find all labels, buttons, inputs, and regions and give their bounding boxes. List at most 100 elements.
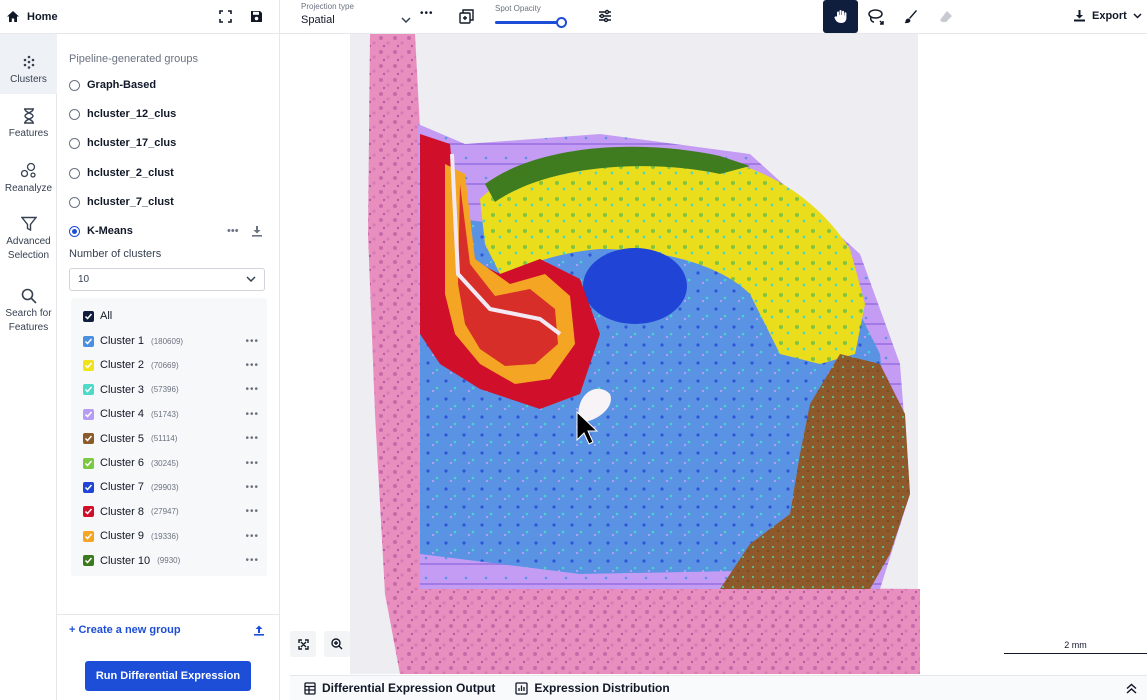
cluster-row[interactable]: Cluster 8 (27947) ••• [83, 502, 259, 522]
more-options-icon[interactable]: ••• [245, 482, 259, 493]
cluster-checkbox[interactable] [83, 408, 94, 420]
cluster-row[interactable]: Cluster 1 (180609) ••• [83, 331, 259, 351]
radio-button[interactable] [69, 108, 80, 120]
chevron-up-icon[interactable] [1126, 682, 1137, 694]
tab-differential-expression-output[interactable]: Differential Expression Output [304, 681, 495, 695]
group-option-hcluster-12[interactable]: hcluster_12_clus [69, 108, 176, 120]
group-option-k-means[interactable]: K-Means [69, 225, 133, 237]
checkbox-all[interactable] [83, 310, 94, 322]
cluster-row[interactable]: Cluster 7 (29903) ••• [83, 477, 259, 497]
settings-sliders-icon[interactable] [598, 9, 612, 28]
home-link[interactable]: Home [0, 10, 58, 23]
radio-button[interactable] [69, 79, 80, 91]
download-icon[interactable] [251, 225, 263, 237]
more-options-icon[interactable]: ••• [245, 336, 259, 347]
rail-item-reanalyze[interactable]: Reanalyze [0, 148, 57, 202]
rail-item-features[interactable]: Features [0, 94, 57, 148]
home-label: Home [27, 10, 58, 23]
projection-type-select[interactable]: Projection type Spatial [301, 2, 411, 26]
more-options-icon[interactable]: ••• [420, 8, 434, 19]
more-options-icon[interactable]: ••• [245, 433, 259, 444]
top-toolbar: Projection type Spatial ••• Spot Opacity [280, 0, 1147, 34]
projection-type-label: Projection type [301, 2, 354, 11]
cluster-count: (9930) [157, 556, 181, 566]
chevron-down-icon [401, 14, 411, 26]
cluster-row[interactable]: Cluster 10 (9930) ••• [83, 551, 259, 571]
cluster-checkbox[interactable] [83, 433, 94, 445]
tab-expression-distribution[interactable]: Expression Distribution [515, 681, 670, 695]
radio-button-selected[interactable] [69, 225, 80, 237]
rail-item-search-features[interactable]: Search for Features [0, 270, 57, 333]
rail-label-features: Features [8, 128, 49, 139]
more-options-icon[interactable]: ••• [245, 555, 259, 566]
num-clusters-select[interactable]: 10 [69, 268, 265, 291]
home-icon [6, 10, 20, 23]
cluster-checkbox[interactable] [83, 384, 94, 396]
filter-icon [20, 216, 37, 235]
cluster-row[interactable]: Cluster 4 (51743) ••• [83, 404, 259, 424]
cluster-row[interactable]: Cluster 9 (19336) ••• [83, 526, 259, 546]
cluster-count: (180609) [151, 336, 184, 346]
radio-button[interactable] [69, 196, 80, 208]
zoom-in-button[interactable] [324, 631, 350, 657]
rail-item-advanced-selection[interactable]: Advanced Selection [0, 202, 57, 270]
cluster-count: (70669) [151, 360, 179, 370]
cluster-checkbox[interactable] [83, 506, 94, 518]
fit-view-button[interactable] [290, 631, 316, 657]
cluster-checkbox[interactable] [83, 530, 94, 542]
eraser-tool-button[interactable] [928, 0, 963, 33]
bottom-tab-bar: Differential Expression Output Expressio… [290, 675, 1147, 700]
lasso-tool-button[interactable] [858, 0, 893, 33]
more-options-icon[interactable]: ••• [245, 409, 259, 420]
cluster-row[interactable]: Cluster 2 (70669) ••• [83, 355, 259, 375]
export-button[interactable]: Export [1073, 9, 1142, 22]
brush-tool-button[interactable] [893, 0, 928, 33]
layers-icon[interactable] [459, 9, 474, 29]
group-label: hcluster_12_clus [87, 108, 177, 120]
spot-opacity-label: Spot Opacity [495, 4, 541, 13]
group-label: hcluster_2_clust [87, 167, 174, 179]
group-option-hcluster-7[interactable]: hcluster_7_clust [69, 196, 174, 208]
more-options-icon[interactable]: ••• [245, 531, 259, 542]
group-label: K-Means [87, 225, 133, 237]
cluster-checkbox[interactable] [83, 555, 94, 567]
cluster-row[interactable]: Cluster 6 (30245) ••• [83, 453, 259, 473]
group-option-graph-based[interactable]: Graph-Based [69, 79, 156, 91]
slider-knob[interactable] [556, 17, 568, 28]
cluster-row[interactable]: Cluster 3 (57396) ••• [83, 380, 259, 400]
cluster-count: (51114) [151, 434, 178, 444]
create-group-link[interactable]: + Create a new group [69, 624, 265, 636]
run-differential-expression-button[interactable]: Run Differential Expression [85, 661, 251, 691]
k-means-actions: ••• [227, 225, 263, 237]
zoom-in-icon [331, 638, 343, 650]
more-options-icon[interactable]: ••• [245, 506, 259, 517]
projection-type-value: Spatial [301, 14, 335, 26]
tissue-image[interactable] [280, 34, 1147, 674]
spot-opacity-slider[interactable] [495, 17, 568, 28]
cluster-row-all[interactable]: All [83, 306, 259, 326]
more-options-icon[interactable]: ••• [245, 384, 259, 395]
cluster-checkbox[interactable] [83, 481, 94, 493]
radio-button[interactable] [69, 137, 80, 149]
download-icon [1073, 9, 1086, 22]
cluster-checkbox[interactable] [83, 359, 94, 371]
cluster-checkbox[interactable] [83, 457, 94, 469]
more-options-icon[interactable]: ••• [245, 360, 259, 371]
cluster-row[interactable]: Cluster 5 (51114) ••• [83, 429, 259, 449]
cluster-count: (57396) [151, 385, 179, 395]
group-option-hcluster-17[interactable]: hcluster_17_clus [69, 137, 176, 149]
upload-icon[interactable] [253, 624, 265, 636]
rail-item-clusters[interactable]: Clusters [0, 34, 57, 94]
save-icon[interactable] [250, 10, 263, 23]
num-clusters-label: Number of clusters [69, 248, 162, 260]
spatial-canvas[interactable]: 2 mm [280, 34, 1147, 674]
group-option-hcluster-2[interactable]: hcluster_2_clust [69, 167, 174, 179]
cluster-checkbox[interactable] [83, 335, 94, 347]
more-options-icon[interactable]: ••• [227, 225, 239, 237]
pan-tool-button[interactable] [823, 0, 858, 33]
slider-fill [495, 21, 562, 24]
cluster-label: Cluster 5 [100, 432, 145, 445]
more-options-icon[interactable]: ••• [245, 458, 259, 469]
fullscreen-icon[interactable] [219, 10, 232, 23]
radio-button[interactable] [69, 167, 80, 179]
